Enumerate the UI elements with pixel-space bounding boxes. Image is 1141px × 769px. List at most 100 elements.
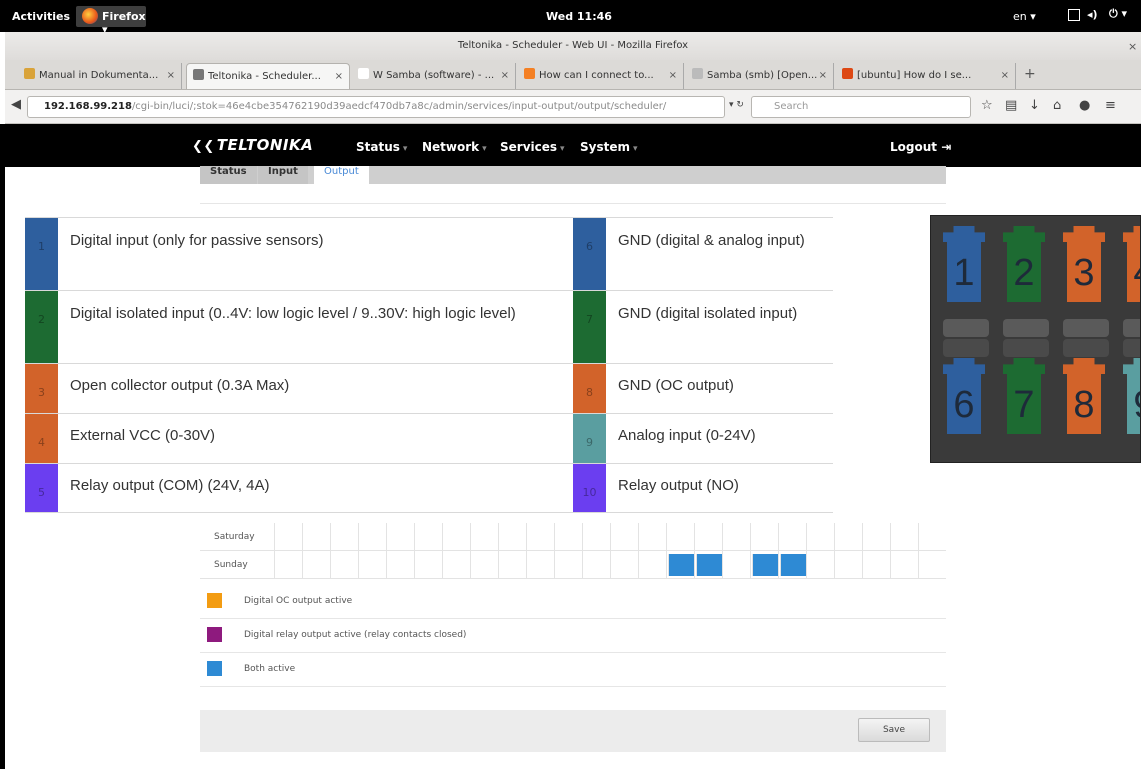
- schedule-cell[interactable]: [386, 551, 414, 578]
- schedule-cell[interactable]: [358, 523, 386, 550]
- schedule-cell[interactable]: [750, 551, 778, 578]
- schedule-cell[interactable]: [330, 523, 358, 550]
- browser-tab[interactable]: Teltonika - Scheduler... ×: [186, 63, 350, 89]
- schedule-cell[interactable]: [638, 551, 666, 578]
- menu-icon[interactable]: ≡: [1105, 98, 1116, 113]
- menu-status[interactable]: Status ▾: [356, 140, 407, 154]
- pin-number: 8: [586, 386, 593, 399]
- browser-tab[interactable]: How can I connect to... ×: [518, 63, 684, 89]
- schedule-cell[interactable]: [694, 523, 722, 550]
- schedule-cell[interactable]: [834, 523, 862, 550]
- schedule-cell[interactable]: [610, 523, 638, 550]
- menu-network[interactable]: Network ▾: [422, 140, 487, 154]
- schedule-cell[interactable]: [498, 523, 526, 550]
- schedule-cell[interactable]: [918, 523, 946, 550]
- schedule-cell[interactable]: [806, 523, 834, 550]
- firefox-app-menu[interactable]: Firefox ▾: [76, 6, 146, 36]
- reading-list-icon[interactable]: ▤: [1005, 98, 1017, 113]
- navigation-toolbar: ◀ 192.168.99.218/cgi-bin/luci/;stok=46e4…: [5, 90, 1141, 124]
- schedule-cell[interactable]: [750, 523, 778, 550]
- schedule-cell[interactable]: [582, 551, 610, 578]
- pin-row: 6 GND (digital & analog input): [573, 217, 833, 290]
- tab-close-icon[interactable]: ×: [501, 63, 509, 89]
- back-icon[interactable]: ◀: [11, 97, 21, 112]
- schedule-cell[interactable]: [890, 523, 918, 550]
- schedule-cell[interactable]: [498, 551, 526, 578]
- bookmark-star-icon[interactable]: ☆: [981, 98, 993, 113]
- schedule-cell[interactable]: [722, 523, 750, 550]
- schedule-cell[interactable]: [442, 551, 470, 578]
- pin-swatch: 2: [25, 291, 58, 363]
- url-bar[interactable]: 192.168.99.218/cgi-bin/luci/;stok=46e4cb…: [27, 96, 725, 118]
- subtab-input[interactable]: Input: [258, 166, 308, 184]
- schedule-cell[interactable]: [638, 523, 666, 550]
- schedule-cell[interactable]: [666, 523, 694, 550]
- browser-tab[interactable]: Samba (smb) [Open... ×: [686, 63, 834, 89]
- schedule-cell[interactable]: [862, 523, 890, 550]
- browser-tab[interactable]: W Samba (software) - ... ×: [352, 63, 516, 89]
- schedule-cell[interactable]: [526, 551, 554, 578]
- tab-favicon-icon: [193, 69, 204, 80]
- schedule-cell[interactable]: [386, 523, 414, 550]
- schedule-cell[interactable]: [582, 523, 610, 550]
- schedule-cell[interactable]: [554, 523, 582, 550]
- schedule-cell[interactable]: [274, 523, 302, 550]
- schedule-cell[interactable]: [554, 551, 582, 578]
- pin-number: 3: [38, 386, 45, 399]
- tab-favicon-icon: [358, 68, 369, 79]
- schedule-cell[interactable]: [918, 551, 946, 578]
- browser-tab[interactable]: Manual in Dokumenta... ×: [18, 63, 182, 89]
- menu-services[interactable]: Services ▾: [500, 140, 565, 154]
- pin-row: 10 Relay output (NO): [573, 463, 833, 513]
- schedule-cell[interactable]: [470, 551, 498, 578]
- schedule-cell[interactable]: [414, 523, 442, 550]
- schedule-cell[interactable]: [666, 551, 694, 578]
- power-icon[interactable]: ⏻ ▾: [1109, 7, 1127, 21]
- pin-number: 9: [586, 436, 593, 449]
- schedule-cell[interactable]: [302, 551, 330, 578]
- subtab-output[interactable]: Output: [314, 166, 369, 184]
- browser-tab[interactable]: [ubuntu] How do I se... ×: [836, 63, 1016, 89]
- schedule-cell[interactable]: [778, 551, 806, 578]
- clock[interactable]: Wed 11:46: [546, 10, 612, 23]
- search-input[interactable]: Search: [751, 96, 971, 118]
- volume-icon[interactable]: ◂): [1087, 8, 1098, 21]
- schedule-cell[interactable]: [442, 523, 470, 550]
- menu-system[interactable]: System ▾: [580, 140, 638, 154]
- connector-divider: [943, 339, 989, 357]
- close-window-icon[interactable]: ×: [1128, 40, 1137, 53]
- schedule-cell[interactable]: [274, 551, 302, 578]
- schedule-cell[interactable]: [834, 551, 862, 578]
- new-tab-icon[interactable]: +: [1024, 66, 1036, 82]
- connector-divider: [943, 319, 989, 337]
- activities-button[interactable]: Activities: [12, 10, 70, 23]
- save-button[interactable]: Save: [858, 718, 930, 742]
- subtab-status[interactable]: Status: [200, 166, 257, 184]
- reload-icon[interactable]: ▾ ↻: [729, 100, 744, 110]
- schedule-cell[interactable]: [358, 551, 386, 578]
- home-icon[interactable]: ⌂: [1053, 98, 1061, 113]
- language-indicator[interactable]: en ▾: [1013, 10, 1036, 23]
- tab-close-icon[interactable]: ×: [167, 63, 175, 89]
- schedule-cell[interactable]: [302, 523, 330, 550]
- schedule-cell[interactable]: [610, 551, 638, 578]
- tab-close-icon[interactable]: ×: [335, 64, 343, 89]
- tab-close-icon[interactable]: ×: [1001, 63, 1009, 89]
- logout-button[interactable]: Logout ⇥: [890, 140, 951, 154]
- schedule-cell[interactable]: [694, 551, 722, 578]
- window-icon[interactable]: [1068, 9, 1080, 21]
- schedule-cell[interactable]: [470, 523, 498, 550]
- schedule-cell[interactable]: [806, 551, 834, 578]
- schedule-cell[interactable]: [414, 551, 442, 578]
- tab-close-icon[interactable]: ×: [669, 63, 677, 89]
- schedule-cell[interactable]: [526, 523, 554, 550]
- schedule-cell[interactable]: [890, 551, 918, 578]
- schedule-cell[interactable]: [778, 523, 806, 550]
- tab-close-icon[interactable]: ×: [819, 63, 827, 89]
- downloads-icon[interactable]: ↓: [1029, 98, 1040, 113]
- schedule-cell[interactable]: [330, 551, 358, 578]
- chat-icon[interactable]: ●: [1079, 98, 1090, 113]
- schedule-cell[interactable]: [862, 551, 890, 578]
- teltonika-logo[interactable]: ❮❮ TELTONIKA: [192, 136, 313, 154]
- schedule-cell[interactable]: [722, 551, 750, 578]
